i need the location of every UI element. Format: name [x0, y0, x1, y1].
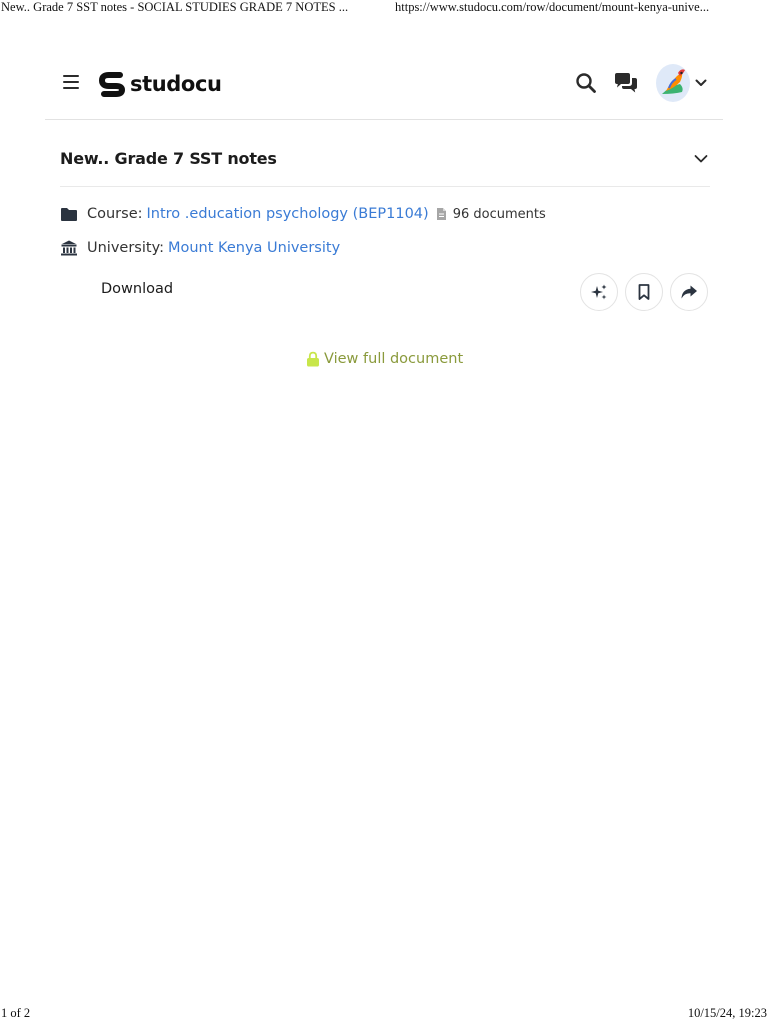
course-link[interactable]: Intro .education psychology (BEP1104): [147, 206, 429, 222]
course-label: Course:: [87, 206, 143, 222]
document-title-row: New.. Grade 7 SST notes: [60, 137, 710, 187]
avatar-image: [662, 69, 685, 94]
university-icon: [61, 240, 77, 256]
view-full-document-label: View full document: [324, 351, 464, 367]
university-row: University: Mount Kenya University: [60, 237, 340, 259]
university-link[interactable]: Mount Kenya University: [168, 240, 340, 256]
ai-assist-button[interactable]: [580, 273, 618, 311]
documents-count: 96 documents: [452, 206, 546, 222]
print-footer: 1 of 2 10/15/24, 19:23: [0, 1006, 768, 1024]
print-header: New.. Grade 7 SST notes - SOCIAL STUDIES…: [0, 0, 768, 16]
view-full-document-link[interactable]: View full document: [306, 351, 463, 367]
course-row: Course: Intro .education psychology (BEP…: [60, 203, 546, 225]
hamburger-icon[interactable]: [63, 75, 79, 89]
top-navbar: studocu: [45, 52, 723, 120]
print-page-url: https://www.studocu.com/row/document/mou…: [395, 0, 710, 14]
search-icon[interactable]: [575, 72, 597, 94]
document-icon: [436, 208, 446, 220]
document-title: New.. Grade 7 SST notes: [60, 149, 277, 168]
chevron-down-icon[interactable]: [695, 78, 707, 88]
sparkle-icon: [591, 284, 607, 300]
print-datetime: 10/15/24, 19:23: [687, 1006, 767, 1020]
chat-icon[interactable]: [613, 72, 639, 96]
download-button[interactable]: Download: [101, 281, 173, 297]
print-page-title: New.. Grade 7 SST notes - SOCIAL STUDIES…: [1, 0, 349, 14]
bookmark-icon: [638, 284, 650, 300]
bookmark-button[interactable]: [625, 273, 663, 311]
avatar[interactable]: [656, 64, 690, 102]
share-icon: [681, 285, 697, 299]
lock-icon: [307, 351, 319, 367]
studocu-logo[interactable]: studocu: [98, 68, 222, 100]
document-info: New.. Grade 7 SST notes Course: Intro .e…: [60, 137, 710, 311]
folder-icon: [61, 208, 77, 221]
share-button[interactable]: [670, 273, 708, 311]
chevron-down-icon[interactable]: [694, 154, 708, 164]
studocu-logo-icon: [99, 72, 125, 97]
page-number: 1 of 2: [1, 1006, 31, 1020]
university-label: University:: [87, 240, 164, 256]
logo-text: studocu: [130, 72, 222, 96]
